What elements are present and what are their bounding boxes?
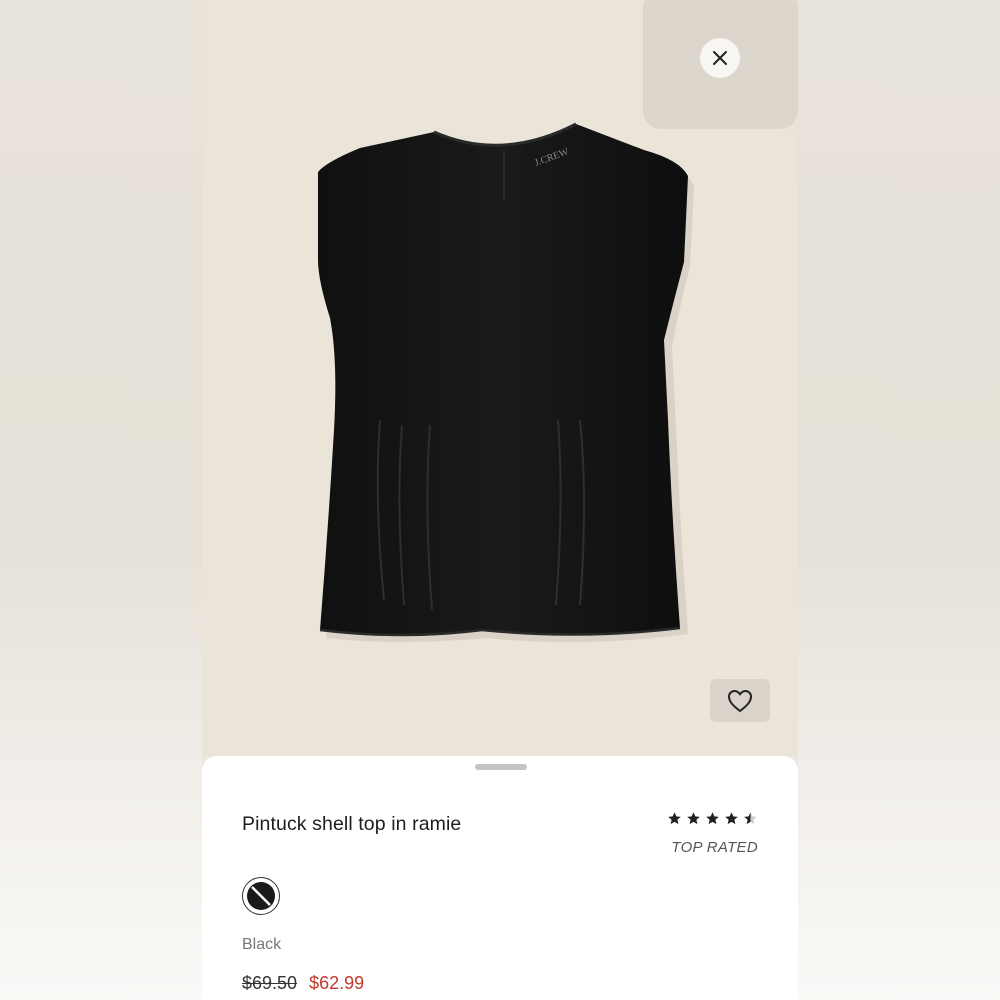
original-price: $69.50	[242, 973, 298, 993]
selected-color-name: Black	[242, 936, 282, 953]
sheet-grabber[interactable]	[475, 764, 527, 770]
price-row: $69.50 $62.99	[242, 973, 364, 994]
close-icon	[713, 51, 727, 65]
rating-stars[interactable]	[667, 811, 758, 826]
background-left	[0, 0, 202, 1000]
star-icon	[725, 812, 738, 825]
star-half-icon	[744, 812, 757, 825]
color-swatch-black[interactable]	[242, 877, 280, 915]
sale-price: $62.99	[309, 973, 365, 993]
favorite-button[interactable]	[710, 679, 770, 722]
star-icon	[706, 812, 719, 825]
close-button[interactable]	[700, 38, 740, 78]
top-rated-badge: TOP RATED	[671, 839, 758, 856]
product-quick-view: J.CREW Pintuck shell top in ramie TOP RA…	[202, 0, 798, 1000]
background-right	[798, 0, 1000, 1000]
product-title: Pintuck shell top in ramie	[242, 813, 462, 835]
heart-icon	[727, 689, 753, 712]
star-icon	[687, 812, 700, 825]
black-swatch-icon	[247, 882, 275, 910]
star-icon	[668, 812, 681, 825]
product-details-sheet: Pintuck shell top in ramie TOP RATED Bla…	[202, 756, 798, 1000]
